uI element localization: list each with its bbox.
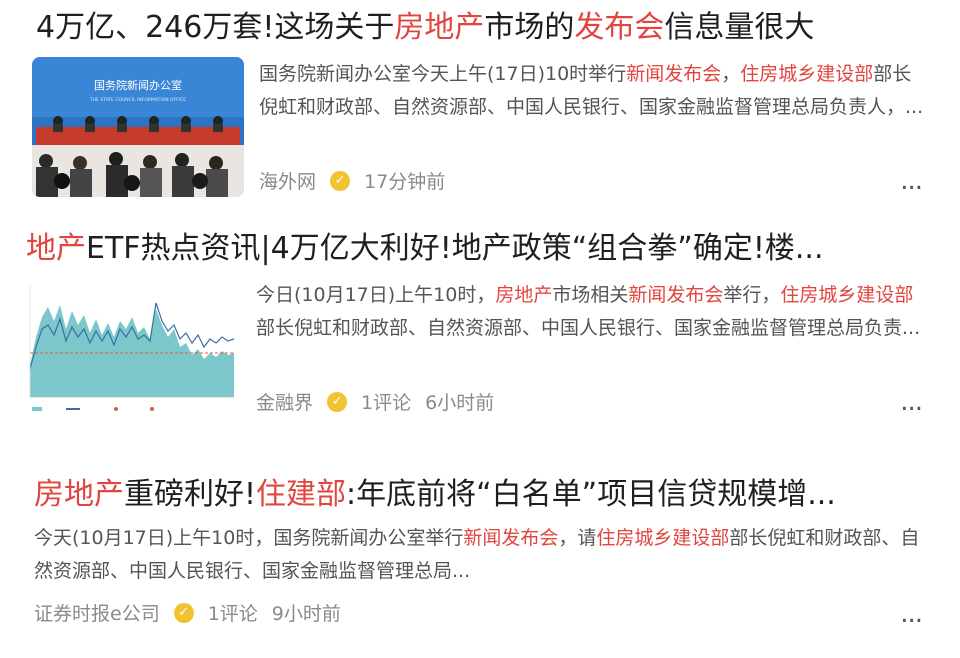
news-time: 9小时前: [271, 603, 341, 625]
news-item[interactable]: 4万亿、246万套!这场关于房地产市场的发布会信息量很大 国务院新闻办公室 TH…: [0, 0, 960, 210]
text-segment: 今日(10月17日)上午10时，: [256, 284, 496, 306]
etf-chart-thumbnail[interactable]: [26, 277, 238, 417]
news-meta: 金融界 1评论 6小时前: [256, 389, 508, 417]
keyword-highlight: 地产: [26, 231, 86, 266]
text-segment: 市场的: [484, 10, 575, 45]
press-conference-thumbnail[interactable]: 国务院新闻办公室 THE STATE COUNCIL INFORMATION O…: [32, 57, 244, 197]
text-segment: 市场相关: [552, 284, 629, 306]
news-snippet: 今日(10月17日)上午10时，房地产市场相关新闻发布会举行，住房城乡建设部部长…: [256, 279, 922, 345]
news-source[interactable]: 海外网: [259, 171, 316, 193]
keyword-highlight: 住房城乡建设部: [596, 527, 730, 549]
news-title[interactable]: 地产ETF热点资讯|4万亿大利好!地产政策“组合拳”确定!楼...: [26, 229, 823, 269]
news-item[interactable]: 房地产重磅利好!住建部:年底前将“白名单”项目信贷规模增... 今天(10月17…: [0, 466, 960, 646]
news-source[interactable]: 金融界: [256, 392, 313, 414]
press-conference-image: 国务院新闻办公室 THE STATE COUNCIL INFORMATION O…: [32, 57, 244, 197]
keyword-highlight: 住房城乡建设部: [780, 284, 914, 306]
thumbnail-caption: 国务院新闻办公室: [94, 78, 182, 92]
text-segment: ETF热点资讯|4万亿大利好!地产政策“组合拳”确定!楼...: [86, 231, 824, 266]
text-segment: 举行，: [723, 284, 781, 306]
keyword-highlight: 住房城乡建设部: [740, 63, 874, 85]
verified-badge-icon: [330, 171, 351, 191]
news-time: 17分钟前: [364, 171, 446, 193]
keyword-highlight: 发布会: [574, 10, 665, 45]
news-time: 6小时前: [425, 392, 495, 414]
keyword-highlight: 住建部: [256, 477, 347, 512]
keyword-highlight: 房地产: [495, 284, 553, 306]
more-options-button[interactable]: ...: [900, 599, 923, 629]
verified-badge-icon: [327, 392, 348, 412]
keyword-highlight: 房地产: [34, 477, 124, 512]
thumbnail-subcaption: THE STATE COUNCIL INFORMATION OFFICE: [89, 97, 186, 103]
text-segment: ，: [721, 63, 741, 85]
text-segment: 部长倪虹和财政部、自然资源部、中国人民银行、国家金融监督管理总局负责...: [256, 317, 921, 339]
more-options-button[interactable]: ...: [900, 166, 923, 196]
verified-badge-icon: [173, 603, 194, 623]
news-title[interactable]: 房地产重磅利好!住建部:年底前将“白名单”项目信贷规模增...: [34, 475, 836, 515]
news-meta: 海外网 17分钟前: [259, 168, 459, 196]
news-comments[interactable]: 1评论: [208, 603, 258, 625]
news-title[interactable]: 4万亿、246万套!这场关于房地产市场的发布会信息量很大: [36, 8, 814, 48]
news-snippet: 国务院新闻办公室今天上午(17日)10时举行新闻发布会，住房城乡建设部部长倪虹和…: [259, 58, 925, 124]
news-meta: 证券时报e公司 1评论 9小时前: [34, 600, 355, 628]
text-segment: ，请: [558, 527, 597, 549]
etf-chart-image: [26, 277, 238, 417]
text-segment: 今天(10月17日)上午10时，国务院新闻办公室举行: [34, 527, 464, 549]
keyword-highlight: 新闻发布会: [626, 63, 722, 85]
text-segment: 4万亿、246万套!这场关于: [36, 10, 395, 45]
news-source[interactable]: 证券时报e公司: [34, 603, 160, 625]
text-segment: 重磅利好!: [124, 477, 257, 512]
more-options-button[interactable]: ...: [900, 387, 923, 417]
text-segment: :年底前将“白名单”项目信贷规模增...: [346, 477, 836, 512]
news-item[interactable]: 地产ETF热点资讯|4万亿大利好!地产政策“组合拳”确定!楼... 今日(10月…: [0, 220, 960, 430]
news-comments[interactable]: 1评论: [361, 392, 411, 414]
text-segment: 国务院新闻办公室今天上午(17日)10时举行: [259, 63, 627, 85]
keyword-highlight: 房地产: [394, 10, 485, 45]
keyword-highlight: 新闻发布会: [628, 284, 724, 306]
keyword-highlight: 新闻发布会: [463, 527, 559, 549]
news-snippet: 今天(10月17日)上午10时，国务院新闻办公室举行新闻发布会，请住房城乡建设部…: [34, 522, 930, 588]
text-segment: 信息量很大: [664, 10, 815, 45]
